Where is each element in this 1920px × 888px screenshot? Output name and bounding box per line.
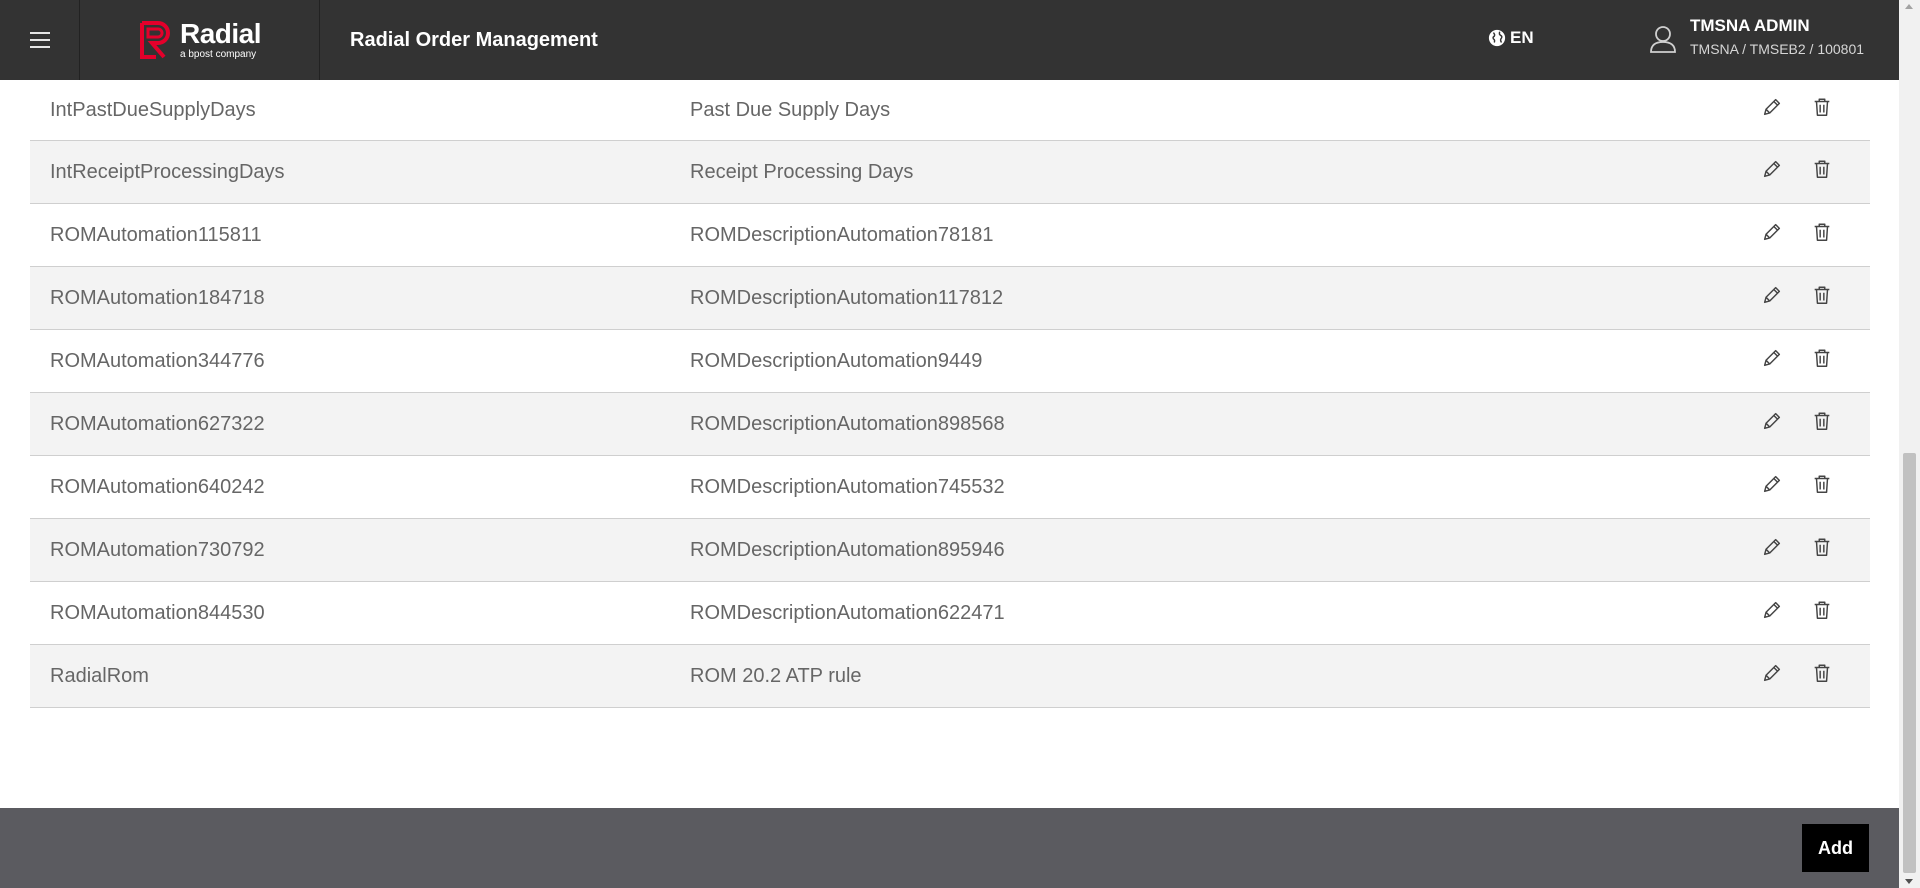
delete-button[interactable] [1810,601,1834,625]
delete-button[interactable] [1810,538,1834,562]
table-row: ROMAutomation627322 ROMDescriptionAutomat… [30,393,1870,456]
pencil-icon [1761,599,1783,627]
app-title: Radial Order Management [350,28,598,51]
trash-icon [1811,347,1833,375]
table-row: IntPastDueSupplyDays Past Due Supply Days [30,80,1870,141]
rule-description-cell: Past Due Supply Days [690,98,891,121]
radial-logo-mark-icon [139,21,170,59]
rule-name-cell: ROMAutomation640242 [50,475,265,498]
table-row: ROMAutomation115811 ROMDescriptionAutomat… [30,204,1870,267]
edit-button[interactable] [1760,475,1784,499]
footer-bar: Add [0,808,1899,888]
rule-description-cell: ROMDescriptionAutomation898568 [690,412,1005,435]
trash-icon [1811,96,1833,124]
rule-name-cell: RadialRom [50,664,149,687]
trash-icon [1811,158,1833,186]
table-row: IntReceiptProcessingDays Receipt Processi… [30,141,1870,204]
edit-button[interactable] [1760,160,1784,184]
rule-description-cell: ROM 20.2 ATP rule [690,664,862,687]
pencil-icon [1761,158,1783,186]
edit-button[interactable] [1760,98,1784,122]
delete-button[interactable] [1810,412,1834,436]
edit-button[interactable] [1760,601,1784,625]
rule-name-cell: ROMAutomation115811 [50,223,262,246]
delete-button[interactable] [1810,160,1834,184]
rule-description-cell: ROMDescriptionAutomation745532 [690,475,1005,498]
user-name: TMSNA ADMIN [1690,16,1810,35]
edit-button[interactable] [1760,223,1784,247]
vertical-scrollbar[interactable] [1899,0,1920,888]
scrollbar-thumb[interactable] [1903,453,1916,873]
hamburger-menu-button[interactable] [0,0,80,80]
rule-name-cell: ROMAutomation844530 [50,601,265,624]
rule-name-cell: ROMAutomation627322 [50,412,265,435]
trash-icon [1811,284,1833,312]
pencil-icon [1761,473,1783,501]
delete-button[interactable] [1810,349,1834,373]
pencil-icon [1761,221,1783,249]
table-row: ROMAutomation844530 ROMDescriptionAutomat… [30,582,1870,645]
delete-button[interactable] [1810,475,1834,499]
edit-button[interactable] [1760,286,1784,310]
delete-button[interactable] [1810,223,1834,247]
pencil-icon [1761,410,1783,438]
delete-button[interactable] [1810,286,1834,310]
user-menu[interactable]: TMSNA ADMIN TMSNA / TMSEB2 / 100801 [1648,16,1864,57]
user-info: TMSNA ADMIN TMSNA / TMSEB2 / 100801 [1690,16,1864,57]
language-label: EN [1510,28,1534,47]
globe-icon [1488,29,1506,47]
rule-description-cell: ROMDescriptionAutomation9449 [690,349,983,372]
radial-logo[interactable]: Radial a bpost company [80,0,320,80]
logo-name: Radial [179,18,262,49]
table-row: RadialRom ROM 20.2 ATP rule [30,645,1870,708]
rule-description-cell: ROMDescriptionAutomation622471 [690,601,1005,624]
language-selector[interactable]: EN [1488,28,1534,48]
rule-description-cell: ROMDescriptionAutomation895946 [690,538,1005,561]
pencil-icon [1761,536,1783,564]
edit-button[interactable] [1760,664,1784,688]
app: Radial a bpost company Radial Order Mana… [0,0,1920,888]
rule-description-cell: ROMDescriptionAutomation78181 [690,223,994,246]
rule-name-cell: IntReceiptProcessingDays [50,160,285,183]
user-icon [1650,26,1676,53]
logo-text: Radial a bpost company [179,18,262,60]
pencil-icon [1761,96,1783,124]
rule-name-cell: ROMAutomation184718 [50,286,265,309]
edit-button[interactable] [1760,538,1784,562]
rules-table: IntPastDueSupplyDays Past Due Supply Days… [30,80,1870,708]
rule-name-cell: ROMAutomation344776 [50,349,265,372]
user-org: TMSNA / TMSEB2 / 100801 [1690,41,1865,57]
top-header: Radial a bpost company Radial Order Mana… [0,0,1899,80]
edit-button[interactable] [1760,349,1784,373]
delete-button[interactable] [1810,664,1834,688]
pencil-icon [1761,662,1783,690]
rule-name-cell: IntPastDueSupplyDays [50,98,256,121]
trash-icon [1811,410,1833,438]
table-row: ROMAutomation344776 ROMDescriptionAutomat… [30,330,1870,393]
edit-button[interactable] [1760,412,1784,436]
scroll-down-arrow-icon[interactable] [1905,879,1913,884]
scroll-up-arrow-icon[interactable] [1905,4,1913,9]
rule-description-cell: Receipt Processing Days [690,160,914,183]
trash-icon [1811,473,1833,501]
table-row: ROMAutomation184718 ROMDescriptionAutomat… [30,267,1870,330]
add-button[interactable]: Add [1802,824,1869,872]
pencil-icon [1761,284,1783,312]
table-row: ROMAutomation640242 ROMDescriptionAutomat… [30,456,1870,519]
logo-tagline: a bpost company [179,49,257,60]
delete-button[interactable] [1810,98,1834,122]
hamburger-icon [29,32,50,48]
trash-icon [1811,662,1833,690]
trash-icon [1811,536,1833,564]
table-row: ROMAutomation730792 ROMDescriptionAutomat… [30,519,1870,582]
trash-icon [1811,599,1833,627]
rule-description-cell: ROMDescriptionAutomation117812 [690,286,1004,309]
rule-name-cell: ROMAutomation730792 [50,538,265,561]
trash-icon [1811,221,1833,249]
pencil-icon [1761,347,1783,375]
